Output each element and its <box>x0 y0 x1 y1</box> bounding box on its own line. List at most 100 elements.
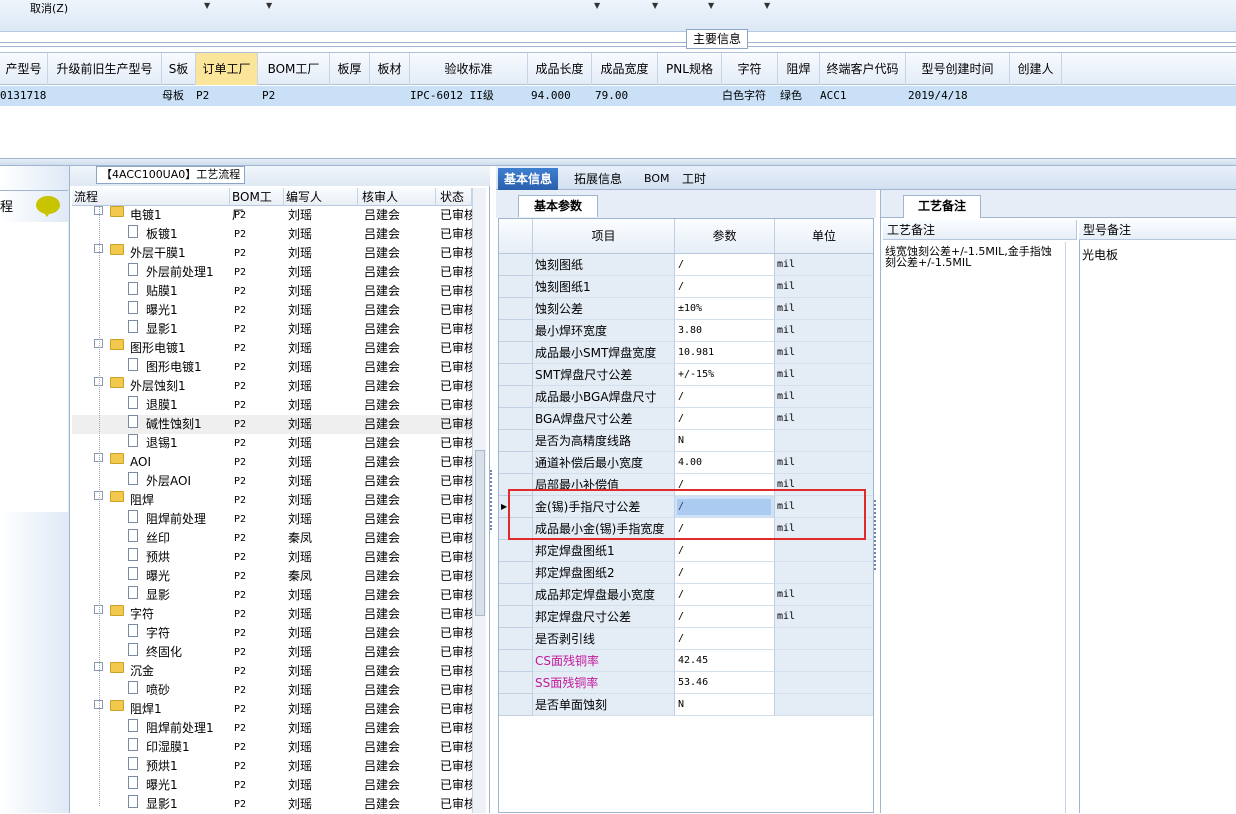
tab-basic-info[interactable]: 基本信息 <box>498 168 559 190</box>
row-selector[interactable] <box>499 540 533 562</box>
param-row[interactable]: 是否为高精度线路 N <box>499 430 873 452</box>
model-note-text[interactable]: 光电板 <box>1082 246 1118 263</box>
param-value[interactable]: / <box>675 386 775 408</box>
column-header[interactable]: 成品长度 <box>528 53 592 85</box>
row-selector[interactable] <box>499 606 533 628</box>
process-tree-row[interactable]: 阻焊前处理 P2 刘瑶 吕建会 已审核 <box>72 510 472 529</box>
process-tree-row[interactable]: 字符 P2 刘瑶 吕建会 已审核 <box>72 624 472 643</box>
param-row[interactable]: 蚀刻公差 ±10% mil <box>499 298 873 320</box>
row-selector[interactable] <box>499 430 533 452</box>
column-header[interactable]: 板材 <box>370 53 410 85</box>
row-selector[interactable] <box>499 694 533 716</box>
param-value[interactable]: +/-15% <box>675 364 775 386</box>
column-header[interactable]: 参数 <box>675 219 775 254</box>
process-tree-row[interactable]: 碱性蚀刻1 P2 刘瑶 吕建会 已审核 <box>72 415 472 434</box>
param-value[interactable]: 4.00 <box>675 452 775 474</box>
column-header[interactable]: 编写人 <box>286 188 358 206</box>
column-header[interactable]: S板 <box>162 53 196 85</box>
row-selector[interactable] <box>499 452 533 474</box>
process-tree-row[interactable]: 退锡1 P2 刘瑶 吕建会 已审核 <box>72 434 472 453</box>
chevron-down-icon[interactable]: ▼ <box>708 1 714 10</box>
column-header[interactable]: BOM工厂 <box>258 53 330 85</box>
param-row[interactable]: 是否剥引线 / <box>499 628 873 650</box>
process-tree-row[interactable]: 图形电镀1 P2 刘瑶 吕建会 已审核 <box>72 358 472 377</box>
row-selector[interactable] <box>499 628 533 650</box>
param-row[interactable]: 蚀刻图纸1/mil <box>499 276 873 298</box>
row-selector[interactable] <box>499 650 533 672</box>
process-tree-row[interactable]: 预烘1 P2 刘瑶 吕建会 已审核 <box>72 757 472 776</box>
param-row[interactable]: 最小焊环宽度 3.80 mil <box>499 320 873 342</box>
column-header[interactable]: 型号创建时间 <box>906 53 1010 85</box>
chevron-down-icon[interactable]: ▼ <box>204 1 210 10</box>
column-header[interactable]: 核审人 <box>362 188 436 206</box>
process-tree-row[interactable]: 曝光1 P2 刘瑶 吕建会 已审核 <box>72 301 472 320</box>
param-value[interactable]: 3.80 <box>675 320 775 342</box>
param-row[interactable]: CS面残铜率 42.45 <box>499 650 873 672</box>
column-header[interactable]: 阻焊 <box>778 53 820 85</box>
row-selector[interactable] <box>499 364 533 386</box>
param-value[interactable]: N <box>675 694 775 716</box>
process-tree-row[interactable]: 显影1 P2 刘瑶 吕建会 已审核 <box>72 795 472 814</box>
process-tree-row[interactable]: −字符P2刘瑶吕建会已审核 <box>72 605 472 624</box>
row-selector[interactable] <box>499 342 533 364</box>
process-tree-row[interactable]: 预烘 P2 刘瑶 吕建会 已审核 <box>72 548 472 567</box>
row-selector[interactable] <box>499 562 533 584</box>
tab-work-hours[interactable]: 工时 <box>676 168 712 190</box>
column-header[interactable]: 成品宽度 <box>592 53 658 85</box>
column-header[interactable]: 状态 <box>440 188 472 206</box>
process-tree-row[interactable]: −沉金P2刘瑶吕建会已审核 <box>72 662 472 681</box>
row-selector[interactable] <box>499 320 533 342</box>
process-tree-row[interactable]: 曝光1 P2 刘瑶 吕建会 已审核 <box>72 776 472 795</box>
param-value[interactable]: 53.46 <box>675 672 775 694</box>
cancel-button[interactable]: 取消(Z) <box>30 0 68 16</box>
process-tree-row[interactable]: 退膜1 P2 刘瑶 吕建会 已审核 <box>72 396 472 415</box>
column-header[interactable]: 终端客户代码 <box>820 53 906 85</box>
row-selector[interactable] <box>499 276 533 298</box>
column-header[interactable]: 升级前旧生产型号 <box>48 53 162 85</box>
process-tree-row[interactable]: 显影 P2 刘瑶 吕建会 已审核 <box>72 586 472 605</box>
column-header[interactable]: 产型号 <box>0 53 48 85</box>
param-row[interactable]: 邦定焊盘尺寸公差 / mil <box>499 606 873 628</box>
param-value[interactable]: / <box>675 408 775 430</box>
param-row[interactable]: 成品最小BGA焊盘尺寸 / mil <box>499 386 873 408</box>
param-row[interactable]: 通道补偿后最小宽度 4.00 mil <box>499 452 873 474</box>
param-row[interactable]: SMT焊盘尺寸公差 +/-15% mil <box>499 364 873 386</box>
row-selector[interactable] <box>499 584 533 606</box>
process-tree-row[interactable]: −图形电镀1P2刘瑶吕建会已审核 <box>72 339 472 358</box>
chevron-down-icon[interactable]: ▼ <box>764 1 770 10</box>
chevron-down-icon[interactable]: ▼ <box>266 1 272 10</box>
param-row[interactable]: SS面残铜率 53.46 <box>499 672 873 694</box>
process-tree-row[interactable]: −外层蚀刻1P2刘瑶吕建会已审核 <box>72 377 472 396</box>
row-selector[interactable] <box>499 408 533 430</box>
param-value[interactable]: / <box>675 540 775 562</box>
param-value[interactable]: 42.45 <box>675 650 775 672</box>
column-header[interactable]: 单位 <box>775 219 873 254</box>
row-selector[interactable] <box>499 672 533 694</box>
column-header[interactable]: BOM工厂 <box>232 188 284 222</box>
tab-process-notes[interactable]: 工艺备注 <box>903 195 981 218</box>
process-tree-row[interactable]: 外层前处理1 P2 刘瑶 吕建会 已审核 <box>72 263 472 282</box>
param-row[interactable]: 蚀刻图纸 / mil <box>499 254 873 276</box>
param-value[interactable]: ±10% <box>675 298 775 320</box>
param-value[interactable]: / <box>675 276 775 298</box>
param-value[interactable]: / <box>675 606 775 628</box>
process-tree-row[interactable]: −阻焊1P2刘瑶吕建会已审核 <box>72 700 472 719</box>
param-value[interactable]: N <box>675 430 775 452</box>
row-selector[interactable] <box>499 254 533 276</box>
column-header[interactable]: 项目 <box>533 219 675 254</box>
tab-bom[interactable]: BOM <box>638 168 676 190</box>
splitter-grip[interactable] <box>490 470 494 530</box>
process-tree-row[interactable]: 喷砂 P2 刘瑶 吕建会 已审核 <box>72 681 472 700</box>
process-tree-row[interactable]: −外层干膜1P2刘瑶吕建会已审核 <box>72 244 472 263</box>
column-header[interactable]: PNL规格 <box>658 53 722 85</box>
table-row[interactable]: 0131718 母板 P2 P2 IPC-6012 II级 94.000 79.… <box>0 86 1236 106</box>
column-header[interactable]: 板厚 <box>330 53 370 85</box>
row-selector[interactable] <box>499 386 533 408</box>
param-row[interactable]: 成品邦定焊盘最小宽度 / mil <box>499 584 873 606</box>
tab-extended-info[interactable]: 拓展信息 <box>568 168 628 190</box>
scrollbar[interactable] <box>472 188 486 813</box>
scrollbar-thumb[interactable] <box>475 450 485 616</box>
param-value[interactable]: / <box>675 562 775 584</box>
process-note-text[interactable]: 线宽蚀刻公差+/-1.5MIL,金手指蚀刻公差+/-1.5MIL <box>885 246 1061 268</box>
chevron-down-icon[interactable]: ▼ <box>652 1 658 10</box>
